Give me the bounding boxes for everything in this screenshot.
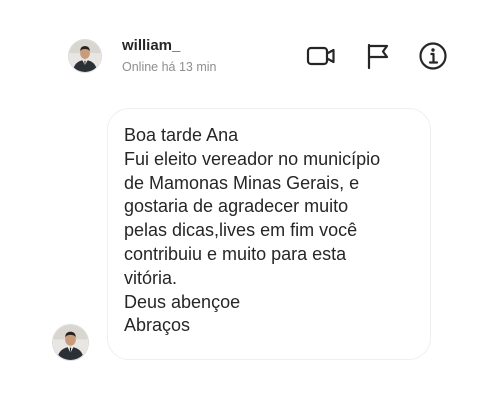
message-line: de Mamonas Minas Gerais, e <box>124 172 360 193</box>
message-line: contribuiu e muito para esta <box>124 243 347 264</box>
message-line: Boa tarde Ana <box>124 125 239 145</box>
message-line: gostaria de agradecer muito <box>124 196 349 217</box>
message-line: Fui eleito vereador no município <box>124 148 381 169</box>
info-button[interactable] <box>417 40 449 72</box>
profile-photo-icon <box>69 40 101 72</box>
video-call-icon <box>306 46 335 66</box>
profile-photo-icon <box>53 325 88 360</box>
sender-avatar[interactable] <box>52 324 89 361</box>
chat-header: william_ Online há 13 min <box>0 0 500 100</box>
flag-icon <box>367 43 389 70</box>
video-call-button[interactable] <box>305 40 337 72</box>
avatar[interactable] <box>68 39 102 73</box>
online-status: Online há 13 min <box>122 60 217 74</box>
info-icon <box>419 42 447 70</box>
message-line: Abraços <box>124 315 191 336</box>
message-line: pelas dicas,lives em fim você <box>124 220 358 241</box>
message-line: Deus abençoe <box>124 291 241 312</box>
message-line: vitória. <box>124 267 178 288</box>
username[interactable]: william_ <box>122 37 180 54</box>
report-button[interactable] <box>362 40 394 72</box>
message-bubble[interactable]: Boa tarde Ana Fui eleito vereador no mun… <box>107 108 431 360</box>
